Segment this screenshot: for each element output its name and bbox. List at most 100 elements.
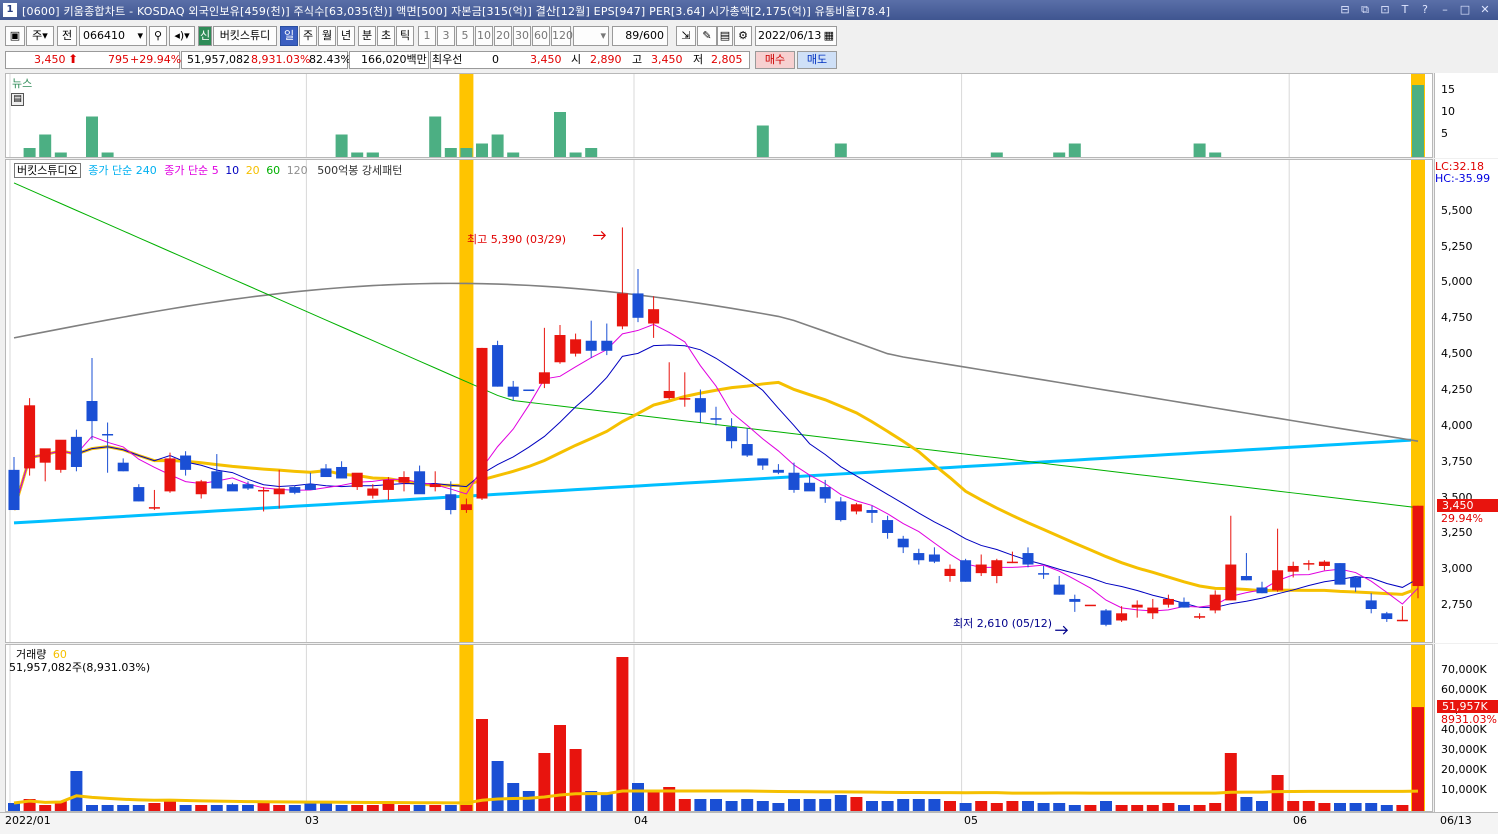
price-panel[interactable]: 버킷스튜디오 종가 단순 240 종가 단순 5 10 20 60 120 50… (5, 159, 1433, 643)
price-tick-label: 3,750 (1441, 454, 1473, 468)
low-label: 저 (693, 53, 704, 66)
candle-body (991, 560, 1003, 577)
candle-body (1069, 598, 1081, 602)
current-price: 3,450 (34, 53, 66, 66)
font-icon[interactable]: T (1398, 2, 1412, 17)
code-input[interactable]: 066410 ▾ (79, 26, 147, 46)
search-icon[interactable]: ⚲ (149, 26, 167, 46)
calendar-icon[interactable]: ▦ (824, 27, 834, 45)
open-label: 시 (571, 53, 582, 66)
sound-icon[interactable]: ◂)▾ (169, 26, 195, 46)
volume-bar (1380, 805, 1393, 811)
legend-pattern[interactable]: 500억봉 강세패턴 (317, 164, 402, 177)
layout-icon[interactable]: ⊟ (1338, 2, 1352, 17)
all-button[interactable]: 전 (57, 26, 77, 46)
legend-ma60[interactable]: 60 (266, 164, 280, 177)
legend-ma20[interactable]: 20 (246, 164, 260, 177)
trade-amount: 166,020백만 (361, 53, 427, 66)
interval-30[interactable]: 30 (513, 26, 531, 46)
candle-body (960, 560, 972, 582)
volume-bar (257, 803, 270, 811)
period-day[interactable]: 일 (280, 26, 298, 46)
volume-bar (226, 805, 239, 811)
candle-body (1147, 607, 1159, 614)
price-tick-label: 5,250 (1441, 239, 1473, 253)
pin-icon[interactable]: ⊡ (1378, 2, 1392, 17)
high-annotation: 최고 5,390 (03/29) (467, 233, 567, 246)
interval-5[interactable]: 5 (456, 26, 474, 46)
volume-tick-label: 30,000K (1441, 743, 1487, 756)
up-arrow-icon: ⬆ (68, 52, 79, 66)
period-tick[interactable]: 틱 (396, 26, 414, 46)
volume-panel[interactable]: 거래량 60 51,957,082주(8,931.03%) (5, 644, 1433, 812)
sell-button[interactable]: 매도 (797, 51, 837, 69)
volume-bar (944, 801, 956, 811)
count-field[interactable]: 89/600 (612, 26, 668, 46)
code-value: 066410 (83, 29, 125, 42)
date-axis: 2022/01 03 04 05 06 06/13 (0, 812, 1498, 834)
news-tick-15: 15 (1441, 83, 1455, 96)
low-annotation: 최저 2,610 (05/12) (953, 617, 1053, 630)
news-panel[interactable]: 뉴스 ▤ (5, 73, 1433, 158)
volume-bar (179, 805, 192, 811)
period-month[interactable]: 월 (318, 26, 336, 46)
interval-dropdown[interactable]: ▾ (573, 26, 609, 46)
candle-body (367, 488, 379, 496)
news-bar (351, 152, 364, 157)
period-week[interactable]: 주 (299, 26, 317, 46)
volume-last-percent: 8931.03% (1441, 713, 1497, 726)
news-list-icon[interactable]: ▤ (11, 93, 24, 106)
volume-bar (304, 803, 317, 811)
candle-body (304, 484, 316, 490)
volume-bar (834, 795, 847, 811)
interval-20[interactable]: 20 (494, 26, 512, 46)
volume-bar (522, 791, 535, 811)
interval-120[interactable]: 120 (551, 26, 573, 46)
legend-ma10[interactable]: 10 (225, 164, 239, 177)
candle-body (258, 489, 270, 492)
volume-bar (491, 761, 504, 811)
candle-body (928, 554, 940, 562)
volume-bar (694, 799, 707, 811)
minimize-icon[interactable]: – (1438, 2, 1452, 17)
interval-1[interactable]: 1 (418, 26, 436, 46)
legend-ma120[interactable]: 120 (287, 164, 308, 177)
date-label-jun: 06 (1293, 814, 1307, 827)
legend-stock-name[interactable]: 버킷스튜디오 (14, 163, 81, 178)
buy-button[interactable]: 매수 (755, 51, 795, 69)
period-year[interactable]: 년 (337, 26, 355, 46)
interval-10[interactable]: 10 (475, 26, 493, 46)
stock-name-field[interactable]: 버킷스튜디 (213, 26, 277, 46)
date-field[interactable]: 2022/06/13 ▦ (755, 26, 837, 46)
volume-bar (1318, 803, 1331, 811)
zoom-icon[interactable]: ⇲ (676, 26, 696, 46)
legend-ma240[interactable]: 종가 단순 240 (88, 164, 156, 177)
interval-3[interactable]: 3 (437, 26, 455, 46)
volume-bar (398, 805, 410, 811)
candle-body (1318, 561, 1330, 566)
maximize-icon[interactable]: □ (1458, 2, 1472, 17)
price-tick-label: 4,250 (1441, 382, 1473, 396)
candle-body (1396, 619, 1408, 622)
tool-icon[interactable]: ✎ (697, 26, 717, 46)
gear-icon[interactable]: ⚙ (734, 26, 752, 46)
chart-menu-icon[interactable]: ▣ (5, 26, 25, 46)
news-bar (1053, 152, 1066, 157)
volume-bar (897, 799, 910, 811)
legend-ma-label[interactable]: 종가 단순 (164, 164, 208, 177)
interval-60[interactable]: 60 (532, 26, 550, 46)
volume-bar (351, 805, 364, 811)
restore-icon[interactable]: ⧉ (1358, 2, 1372, 17)
candle-body (772, 469, 784, 473)
volume-bar (741, 799, 754, 811)
legend-ma5[interactable]: 5 (212, 164, 219, 177)
save-icon[interactable]: ▤ (717, 26, 733, 46)
candle-body (726, 426, 738, 442)
period-minute[interactable]: 분 (358, 26, 376, 46)
help-icon[interactable]: ? (1418, 2, 1432, 17)
news-bar (86, 116, 98, 157)
period-second[interactable]: 초 (377, 26, 395, 46)
close-icon[interactable]: ✕ (1478, 2, 1492, 17)
market-select[interactable]: 주▾ (26, 26, 54, 46)
volume-bar (460, 805, 473, 811)
